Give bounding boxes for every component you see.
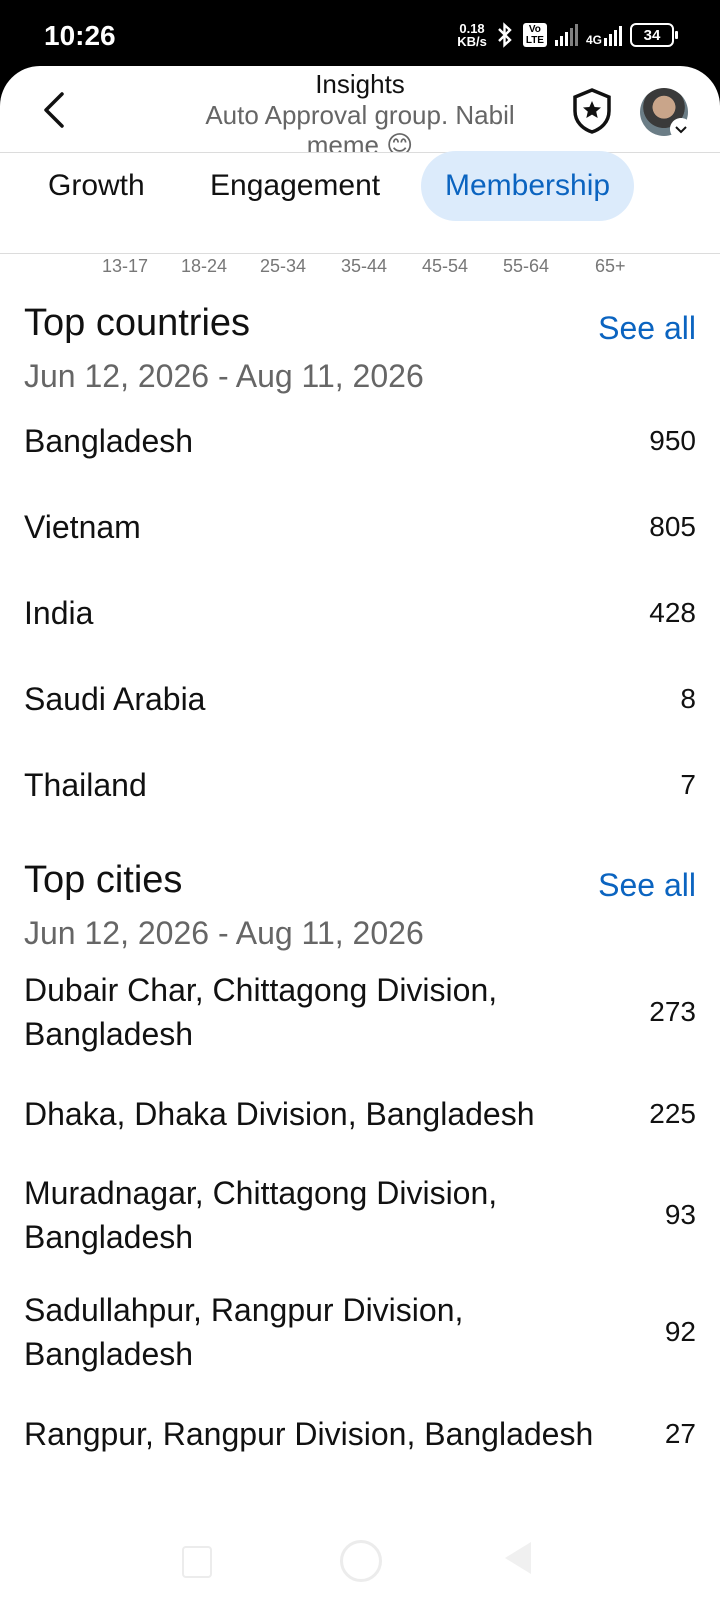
country-row: Bangladesh 950 [24, 419, 696, 463]
chevron-down-icon[interactable] [670, 118, 692, 140]
city-name: Dhaka, Dhaka Division, Bangladesh [24, 1096, 535, 1132]
signal-4g-icon: 4G [586, 24, 622, 46]
country-count: 950 [649, 425, 696, 456]
country-count: 7 [680, 769, 696, 800]
city-count: 93 [664, 1199, 696, 1230]
top-countries-date-range: Jun 12, 2026 - Aug 11, 2026 [24, 358, 424, 394]
country-name: Saudi Arabia [24, 681, 206, 717]
country-name: Vietnam [24, 509, 141, 545]
bluetooth-icon [497, 22, 512, 48]
top-countries-see-all-link[interactable]: See all [598, 310, 696, 347]
country-row: Vietnam 805 [24, 505, 696, 549]
country-name: Thailand [24, 767, 147, 803]
status-bar: 10:26 0.18 KB/s Vo LTE 4G 34 [0, 0, 720, 72]
top-cities-date-range: Jun 12, 2026 - Aug 11, 2026 [24, 915, 424, 951]
volte-icon: Vo LTE [522, 23, 547, 47]
country-row: Thailand 7 [24, 763, 696, 807]
country-count: 805 [649, 511, 696, 542]
country-count: 428 [649, 597, 696, 628]
city-name: Muradnagar, Chittagong Division, Banglad… [24, 1175, 498, 1255]
country-name: Bangladesh [24, 423, 194, 459]
city-count: 27 [664, 1418, 696, 1449]
battery-icon: 34 [630, 23, 678, 47]
city-row: Dhaka, Dhaka Division, Bangladesh 225 [24, 1092, 696, 1136]
city-row: Rangpur, Rangpur Division, Bangladesh 27 [24, 1412, 696, 1456]
city-row: Muradnagar, Chittagong Division, Banglad… [24, 1171, 696, 1259]
city-row: Sadullahpur, Rangpur Division, Banglades… [24, 1288, 696, 1376]
system-nav-bar [0, 1530, 720, 1600]
back-triangle-icon[interactable] [505, 1542, 531, 1574]
city-count: 273 [649, 996, 696, 1027]
page-title: Insights [315, 69, 405, 99]
city-name: Rangpur, Rangpur Division, Bangladesh [24, 1416, 594, 1452]
back-arrow-icon[interactable] [36, 88, 76, 132]
network-type: 4G [585, 33, 602, 47]
country-row: Saudi Arabia 8 [24, 677, 696, 721]
admin-shield-icon[interactable] [570, 87, 614, 135]
tab-growth[interactable]: Growth [24, 151, 169, 221]
header-title-block: Insights Auto Approval group. Nabil meme… [180, 68, 540, 153]
network-speed: 0.18 KB/s [457, 22, 487, 48]
top-countries-title: Top countries [24, 302, 251, 344]
group-name-overflow: meme 😊 [306, 130, 414, 153]
age-tick: 18-24 [181, 256, 228, 276]
group-name: Auto Approval group. Nabil [205, 100, 515, 130]
city-row: Dubair Char, Chittagong Division, Bangla… [24, 968, 696, 1056]
country-count: 8 [680, 683, 696, 714]
top-cities-title: Top cities [24, 859, 183, 901]
battery-level: 34 [643, 26, 661, 44]
age-tick: 13-17 [102, 256, 149, 276]
age-tick: 55-64 [503, 256, 550, 276]
country-name: India [24, 595, 94, 631]
top-cities-see-all-link[interactable]: See all [598, 867, 696, 904]
city-count: 92 [664, 1316, 696, 1347]
home-icon[interactable] [340, 1540, 382, 1582]
city-count: 225 [649, 1098, 696, 1129]
age-tick: 25-34 [260, 256, 307, 276]
city-name: Dubair Char, Chittagong Division, Bangla… [24, 972, 498, 1052]
city-name: Sadullahpur, Rangpur Division, Banglades… [24, 1292, 464, 1372]
tab-engagement[interactable]: Engagement [186, 151, 404, 221]
age-tick: 35-44 [341, 256, 388, 276]
recent-apps-icon[interactable] [182, 1546, 212, 1578]
age-axis: 13-17 18-24 25-34 35-44 45-54 55-64 65+ [0, 256, 720, 286]
tab-membership[interactable]: Membership [421, 151, 635, 221]
age-tick: 45-54 [422, 256, 469, 276]
status-time: 10:26 [44, 20, 116, 51]
country-row: India 428 [24, 591, 696, 635]
signal-icon [554, 24, 578, 46]
net-speed-unit: KB/s [457, 34, 487, 49]
status-icons: 0.18 KB/s Vo LTE 4G 34 [457, 22, 678, 48]
header: Insights Auto Approval group. Nabil meme… [0, 66, 720, 153]
age-tick: 65+ [595, 256, 626, 276]
app-surface: Insights Auto Approval group. Nabil meme… [0, 66, 720, 1600]
